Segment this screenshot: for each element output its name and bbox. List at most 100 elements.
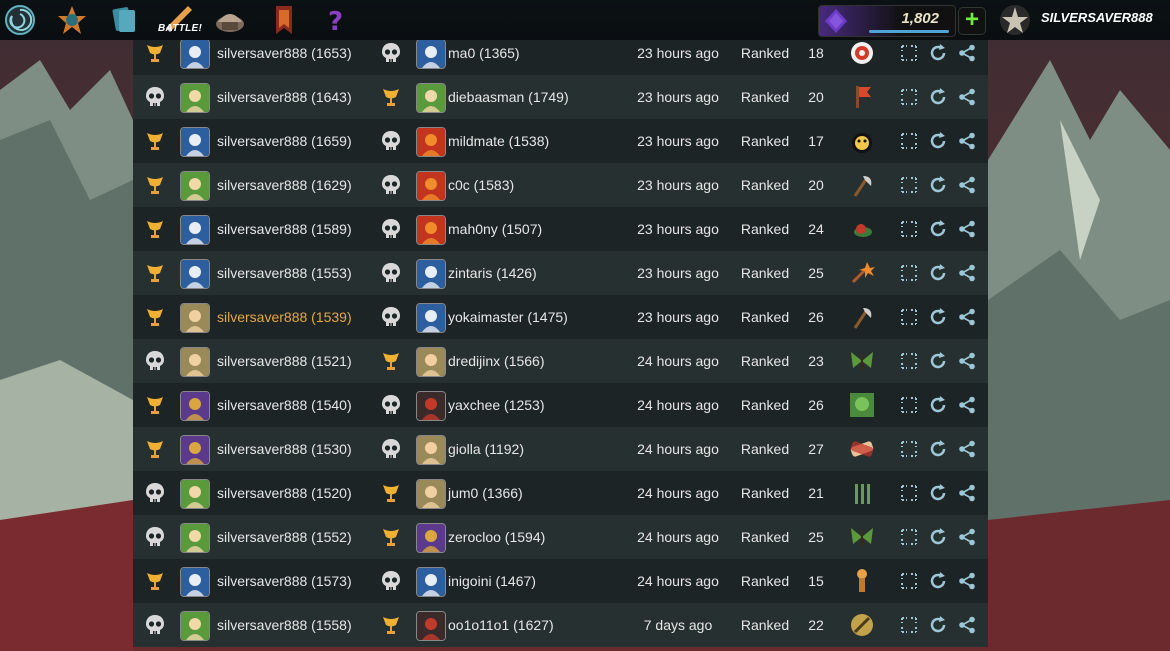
share-icon[interactable] (958, 44, 976, 62)
player2-avatar[interactable] (416, 39, 446, 69)
player2-name[interactable]: dredijinx (1566) (448, 339, 545, 383)
player1-avatar[interactable] (180, 39, 210, 69)
player2-name[interactable]: zintaris (1426) (448, 251, 537, 295)
player2-avatar[interactable] (416, 479, 446, 509)
replay-icon[interactable] (929, 616, 947, 634)
player1-avatar[interactable] (180, 259, 210, 289)
player2-name[interactable]: giolla (1192) (448, 427, 524, 471)
replay-icon[interactable] (929, 308, 947, 326)
player1-name[interactable]: silversaver888 (1573) (217, 559, 352, 603)
cards-icon[interactable] (106, 2, 142, 38)
player2-name[interactable]: mildmate (1538) (448, 119, 549, 163)
view-battle-icon[interactable] (900, 440, 918, 458)
view-battle-icon[interactable] (900, 308, 918, 326)
view-battle-icon[interactable] (900, 176, 918, 194)
player1-avatar[interactable] (180, 435, 210, 465)
player2-name[interactable]: inigoini (1467) (448, 559, 536, 603)
player1-name[interactable]: silversaver888 (1643) (217, 75, 352, 119)
view-battle-icon[interactable] (900, 484, 918, 502)
player2-name[interactable]: oo1o11o1 (1627) (448, 603, 554, 647)
replay-icon[interactable] (929, 132, 947, 150)
player2-name[interactable]: diebaasman (1749) (448, 75, 569, 119)
player2-avatar[interactable] (416, 259, 446, 289)
view-battle-icon[interactable] (900, 396, 918, 414)
player2-name[interactable]: c0c (1583) (448, 163, 514, 207)
splinterlands-logo-icon[interactable] (2, 2, 38, 38)
player1-avatar[interactable] (180, 523, 210, 553)
player1-avatar[interactable] (180, 479, 210, 509)
replay-icon[interactable] (929, 44, 947, 62)
share-icon[interactable] (958, 528, 976, 546)
replay-icon[interactable] (929, 484, 947, 502)
player1-name[interactable]: silversaver888 (1553) (217, 251, 352, 295)
player2-avatar[interactable] (416, 391, 446, 421)
view-battle-icon[interactable] (900, 616, 918, 634)
player1-avatar[interactable] (180, 303, 210, 333)
replay-icon[interactable] (929, 440, 947, 458)
share-icon[interactable] (958, 396, 976, 414)
player2-avatar[interactable] (416, 347, 446, 377)
player1-avatar[interactable] (180, 567, 210, 597)
player2-avatar[interactable] (416, 215, 446, 245)
guild-banner-icon[interactable] (266, 2, 302, 38)
player1-name[interactable]: silversaver888 (1659) (217, 119, 352, 163)
player1-avatar[interactable] (180, 171, 210, 201)
player1-name[interactable]: silversaver888 (1589) (217, 207, 352, 251)
player2-avatar[interactable] (416, 567, 446, 597)
player1-name[interactable]: silversaver888 (1530) (217, 427, 352, 471)
battle-label[interactable]: BATTLE! (158, 23, 202, 34)
replay-icon[interactable] (929, 528, 947, 546)
view-battle-icon[interactable] (900, 572, 918, 590)
player1-avatar[interactable] (180, 127, 210, 157)
player2-avatar[interactable] (416, 611, 446, 641)
player2-name[interactable]: yaxchee (1253) (448, 383, 545, 427)
share-icon[interactable] (958, 616, 976, 634)
player2-avatar[interactable] (416, 435, 446, 465)
player2-avatar[interactable] (416, 127, 446, 157)
share-icon[interactable] (958, 484, 976, 502)
share-icon[interactable] (958, 264, 976, 282)
share-icon[interactable] (958, 352, 976, 370)
player2-name[interactable]: mah0ny (1507) (448, 207, 542, 251)
player2-name[interactable]: jum0 (1366) (448, 471, 523, 515)
player1-name[interactable]: silversaver888 (1521) (217, 339, 352, 383)
player1-name[interactable]: silversaver888 (1539) (217, 295, 352, 339)
replay-icon[interactable] (929, 396, 947, 414)
share-icon[interactable] (958, 308, 976, 326)
replay-icon[interactable] (929, 176, 947, 194)
player1-name[interactable]: silversaver888 (1540) (217, 383, 352, 427)
view-battle-icon[interactable] (900, 132, 918, 150)
username-label[interactable]: SILVERSAVER888 (1041, 10, 1153, 25)
replay-icon[interactable] (929, 220, 947, 238)
player2-avatar[interactable] (416, 171, 446, 201)
view-battle-icon[interactable] (900, 44, 918, 62)
player2-avatar[interactable] (416, 303, 446, 333)
view-battle-icon[interactable] (900, 220, 918, 238)
share-icon[interactable] (958, 440, 976, 458)
player1-name[interactable]: silversaver888 (1558) (217, 603, 352, 647)
share-icon[interactable] (958, 572, 976, 590)
shop-icon[interactable] (212, 2, 248, 38)
player1-avatar[interactable] (180, 215, 210, 245)
player1-name[interactable]: silversaver888 (1552) (217, 515, 352, 559)
player2-name[interactable]: zerocloo (1594) (448, 515, 545, 559)
replay-icon[interactable] (929, 352, 947, 370)
view-battle-icon[interactable] (900, 528, 918, 546)
player1-name[interactable]: silversaver888 (1629) (217, 163, 352, 207)
share-icon[interactable] (958, 132, 976, 150)
user-avatar[interactable] (999, 4, 1031, 36)
player2-avatar[interactable] (416, 523, 446, 553)
view-battle-icon[interactable] (900, 264, 918, 282)
replay-icon[interactable] (929, 88, 947, 106)
player1-name[interactable]: silversaver888 (1520) (217, 471, 352, 515)
player1-avatar[interactable] (180, 347, 210, 377)
packs-icon[interactable] (54, 2, 90, 38)
player1-avatar[interactable] (180, 83, 210, 113)
view-battle-icon[interactable] (900, 88, 918, 106)
quest-icon[interactable]: ? (318, 2, 354, 38)
player2-avatar[interactable] (416, 83, 446, 113)
view-battle-icon[interactable] (900, 352, 918, 370)
replay-icon[interactable] (929, 264, 947, 282)
share-icon[interactable] (958, 88, 976, 106)
add-funds-button[interactable]: + (958, 7, 986, 35)
